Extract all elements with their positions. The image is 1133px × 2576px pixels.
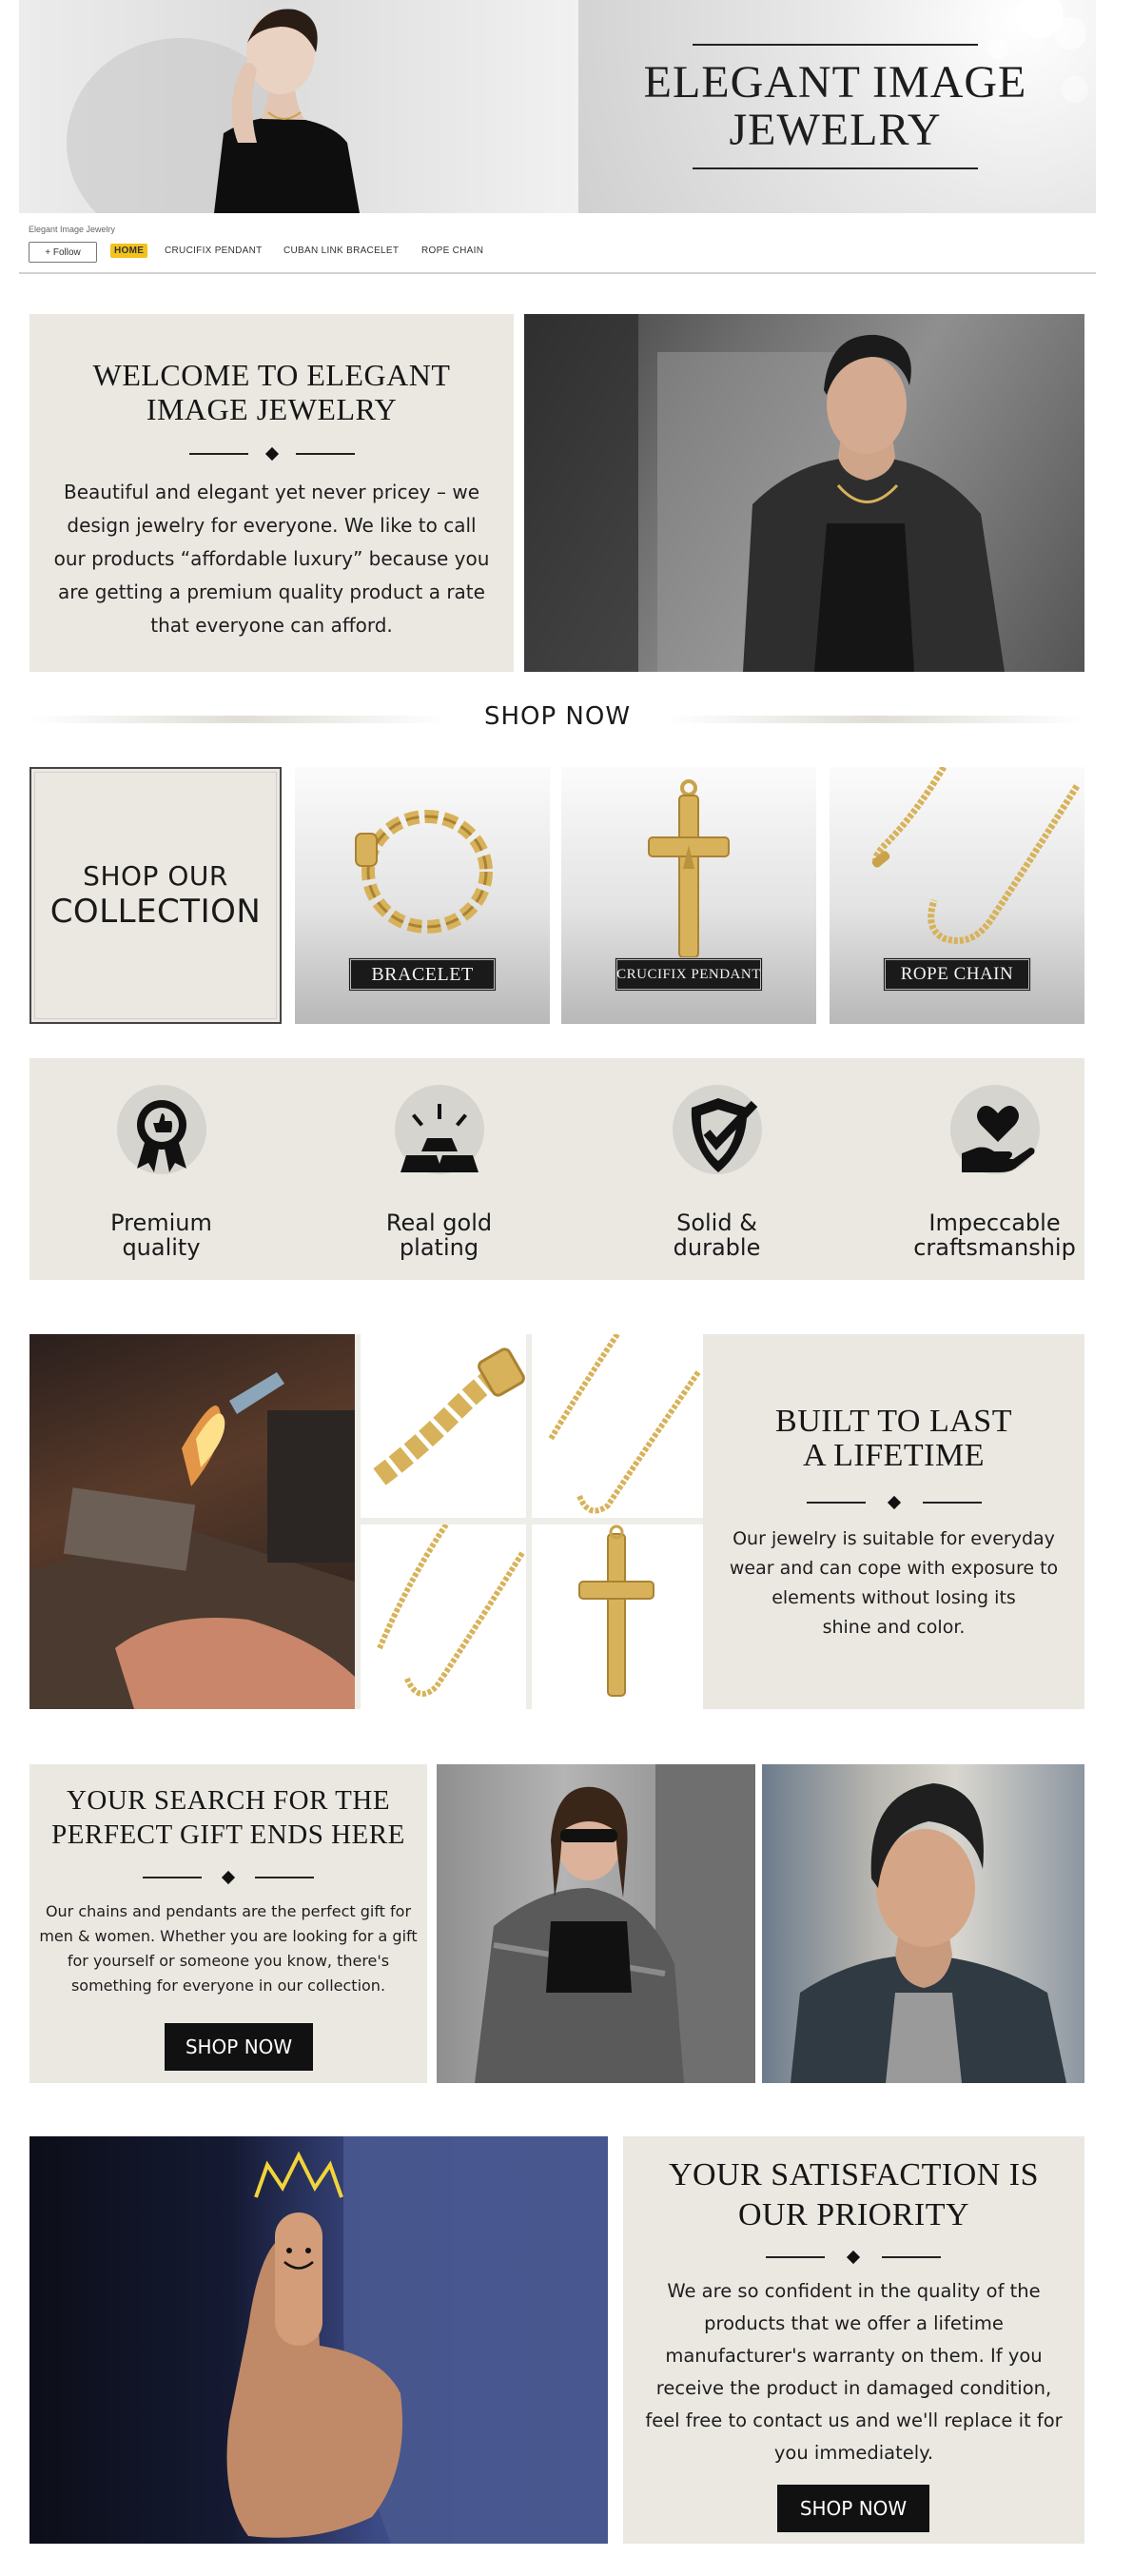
- banner-rule-top: [693, 44, 978, 46]
- built-title-line2: A LIFETIME: [802, 1438, 986, 1473]
- satisfaction-divider: [766, 2250, 941, 2265]
- nav-rope-chain[interactable]: ROPE CHAIN: [421, 246, 483, 256]
- jewelry-grid: [355, 1334, 703, 1709]
- banner-title: ELEGANT IMAGE JEWELRY: [597, 59, 1073, 154]
- heart-hand-icon: [962, 1106, 1035, 1172]
- man-portrait-photo: [762, 1764, 1084, 2083]
- shop-now-rule-right: [667, 716, 1084, 723]
- header-banner: ELEGANT IMAGE JEWELRY: [19, 0, 1096, 213]
- nav-home[interactable]: HOME: [110, 244, 148, 258]
- product-label-crucifix-pendant: CRUCIFIX PENDANT: [615, 957, 763, 992]
- gift-title-line1: YOUR SEARCH FOR THE: [66, 1785, 391, 1816]
- feature-real-gold-plating: Real gold plating: [307, 1058, 571, 1280]
- rope-chain-icon: [871, 767, 1080, 944]
- gold-bars-icon: [400, 1104, 479, 1172]
- product-tile-bracelet[interactable]: BRACELET: [295, 767, 550, 1024]
- built-body: Our jewelry is suitable for everyday wea…: [729, 1528, 1059, 1638]
- built-divider: [807, 1495, 982, 1510]
- welcome-divider: [189, 446, 355, 462]
- store-name: Elegant Image Jewelry: [29, 225, 116, 234]
- welcome-title-line2: IMAGE JEWELRY: [146, 392, 398, 426]
- collection-line2: COLLECTION: [49, 893, 262, 931]
- satisfaction-shop-now-button[interactable]: SHOP NOW: [777, 2485, 929, 2532]
- craftsman-photo: [29, 1334, 355, 1709]
- nav-cuban-link-bracelet[interactable]: CUBAN LINK BRACELET: [283, 246, 399, 256]
- gift-title: YOUR SEARCH FOR THE PERFECT GIFT ENDS HE…: [29, 1783, 427, 1852]
- woman-photo: [437, 1764, 755, 2083]
- product-tile-rope-chain[interactable]: ROPE CHAIN: [830, 767, 1084, 1024]
- grid-rope-chain-2: [361, 1524, 526, 1709]
- banner-model-photo: [19, 0, 578, 213]
- welcome-man-photo: [524, 314, 1084, 672]
- gift-title-line2: PERFECT GIFT ENDS HERE: [51, 1819, 405, 1850]
- welcome-panel: WELCOME TO ELEGANT IMAGE JEWELRY Beautif…: [29, 314, 514, 672]
- satisfaction-title: YOUR SATISFACTION IS OUR PRIORITY: [623, 2155, 1084, 2235]
- satisfaction-body: We are so confident in the quality of th…: [645, 2280, 1063, 2464]
- banner-title-line2: JEWELRY: [729, 105, 942, 155]
- built-to-last-panel: BUILT TO LAST A LIFETIME Our jewelry is …: [703, 1334, 1084, 1709]
- grid-crucifix: [532, 1524, 703, 1709]
- product-label-bracelet: BRACELET: [348, 957, 497, 992]
- product-tile-crucifix-pendant[interactable]: CRUCIFIX PENDANT: [561, 767, 816, 1024]
- shop-now-heading[interactable]: SHOP NOW: [448, 702, 667, 731]
- banner-rule-bottom: [693, 167, 978, 169]
- feature-premium-quality: Premium quality: [29, 1058, 293, 1280]
- thumbs-up-photo: [29, 2136, 608, 2544]
- grid-bracelet: [361, 1334, 526, 1518]
- collection-line1: SHOP OUR: [83, 860, 228, 892]
- product-label-rope-chain: ROPE CHAIN: [883, 957, 1031, 992]
- feature-label-premium-quality: Premium quality: [110, 1209, 212, 1261]
- shop-now-rule-left: [29, 716, 448, 723]
- built-title: BUILT TO LAST A LIFETIME: [703, 1405, 1084, 1473]
- nav-crucifix-pendant[interactable]: CRUCIFIX PENDANT: [165, 246, 263, 256]
- feature-label-real-gold-plating: Real gold plating: [385, 1209, 493, 1261]
- cross-pendant-icon: [648, 779, 730, 958]
- follow-button[interactable]: + Follow: [29, 242, 97, 263]
- feature-label-impeccable-craftsmanship: Impeccable craftsmanship: [913, 1209, 1076, 1261]
- satisfaction-panel: YOUR SATISFACTION IS OUR PRIORITY We are…: [623, 2136, 1084, 2544]
- gift-shop-now-button[interactable]: SHOP NOW: [165, 2023, 313, 2071]
- nav-divider: [19, 272, 1096, 274]
- gift-body: Our chains and pendants are the perfect …: [39, 1902, 418, 1995]
- satisfaction-title-line1: YOUR SATISFACTION IS: [668, 2157, 1040, 2193]
- welcome-title-line1: WELCOME TO ELEGANT: [92, 358, 451, 392]
- satisfaction-title-line2: OUR PRIORITY: [737, 2197, 970, 2232]
- shop-collection-tile[interactable]: SHOP OUR COLLECTION: [29, 767, 282, 1024]
- welcome-body: Beautiful and elegant yet never pricey –…: [53, 481, 490, 637]
- banner-title-area: ELEGANT IMAGE JEWELRY: [578, 0, 1096, 213]
- gift-divider: [143, 1870, 314, 1885]
- built-title-line1: BUILT TO LAST: [775, 1404, 1012, 1439]
- feature-impeccable-craftsmanship: Impeccable craftsmanship: [863, 1058, 1126, 1280]
- gift-panel: YOUR SEARCH FOR THE PERFECT GIFT ENDS HE…: [29, 1764, 427, 2083]
- grid-rope-chain: [532, 1334, 703, 1518]
- feature-solid-durable: Solid & durable: [585, 1058, 849, 1280]
- shield-check-icon: [691, 1098, 758, 1172]
- welcome-title: WELCOME TO ELEGANT IMAGE JEWELRY: [29, 358, 514, 426]
- feature-label-solid-durable: Solid & durable: [673, 1209, 761, 1261]
- award-badge-icon: [137, 1100, 186, 1172]
- bracelet-icon: [355, 810, 493, 934]
- banner-title-line1: ELEGANT IMAGE: [643, 57, 1027, 108]
- features-panel: Premium quality Real gold plating Solid & d…: [29, 1058, 1084, 1280]
